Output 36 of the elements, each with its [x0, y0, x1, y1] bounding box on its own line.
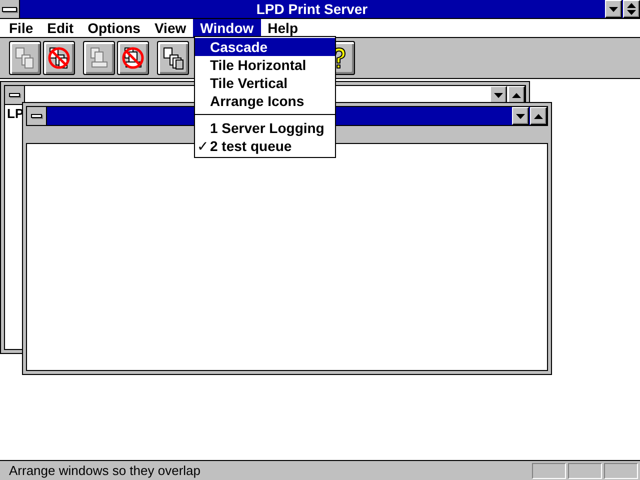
down-triangle-icon [494, 92, 503, 98]
prohibited-pages-icon [47, 46, 71, 70]
menu-item[interactable]: Tile Vertical [195, 74, 335, 92]
status-pane [532, 462, 566, 478]
menu-item[interactable]: File [2, 19, 40, 37]
menu-item[interactable]: Cascade [195, 38, 335, 56]
menu-item[interactable]: Edit [40, 19, 81, 37]
prohibited-printer-icon [121, 46, 145, 70]
toolbar-button[interactable] [43, 41, 75, 75]
status-text: Arrange windows so they overlap [8, 463, 200, 478]
menu-item[interactable]: Help [260, 19, 305, 37]
menu-item[interactable]: Arrange Icons [195, 92, 335, 110]
down-triangle-icon [609, 6, 618, 12]
up-triangle-icon [512, 92, 521, 98]
menu-item[interactable]: Window [193, 19, 261, 37]
maximize-button[interactable] [530, 107, 547, 125]
status-pane [568, 462, 602, 478]
down-triangle-icon [516, 114, 525, 118]
window-title: LPD Print Server [255, 0, 369, 18]
menu-item[interactable]: ✓2 test queue [195, 137, 335, 155]
system-menu-button[interactable] [0, 0, 20, 18]
minimize-button[interactable] [605, 0, 622, 18]
toolbar-button[interactable] [157, 41, 189, 75]
status-pane [604, 462, 638, 478]
menu-item[interactable]: View [147, 19, 194, 37]
up-triangle-icon [534, 114, 543, 118]
system-menu-button[interactable] [5, 86, 25, 104]
toolbar-button[interactable] [117, 41, 149, 75]
minimize-button[interactable] [512, 107, 529, 125]
menu-item[interactable]: Options [80, 19, 148, 37]
restore-button[interactable] [623, 0, 640, 18]
menu-item[interactable]: Tile Horizontal [195, 56, 335, 74]
system-menu-button[interactable] [27, 107, 47, 125]
up-down-triangle-icon [627, 3, 636, 15]
menu-item[interactable]: 1 Server Logging [195, 119, 335, 137]
pages-trash-icon [161, 46, 185, 70]
